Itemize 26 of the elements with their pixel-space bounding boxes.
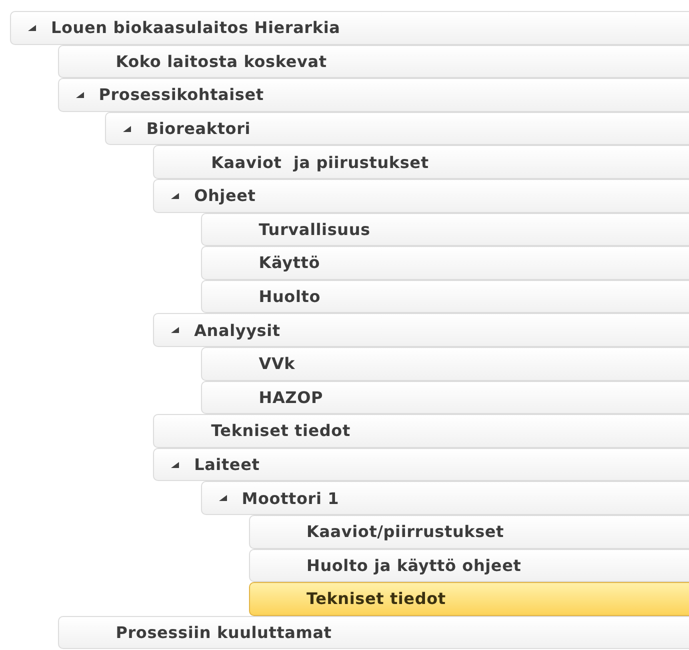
- expanded-triangle-icon[interactable]: [122, 124, 132, 133]
- tree-item[interactable]: Louen biokaasulaitos Hierarkia: [10, 11, 689, 45]
- tree-item[interactable]: Ohjeet: [153, 178, 689, 213]
- tree-item[interactable]: Bioreaktori: [105, 112, 689, 146]
- tree-item[interactable]: Tekniset tiedot: [153, 414, 689, 448]
- tree-item[interactable]: Kaaviot/piirrustukset: [248, 514, 689, 548]
- tree-item[interactable]: Moottori 1: [200, 481, 689, 515]
- tree-item[interactable]: Koko laitosta koskevat: [58, 44, 689, 78]
- expanded-triangle-icon[interactable]: [170, 192, 180, 200]
- tree-item[interactable]: Huolto: [200, 280, 689, 314]
- tree-item[interactable]: VVk: [200, 346, 689, 381]
- expanded-triangle-icon[interactable]: [170, 326, 180, 334]
- tree-item[interactable]: Prosessiin kuuluttamat: [58, 616, 689, 650]
- tree-item[interactable]: Laiteet: [153, 448, 689, 482]
- tree-item[interactable]: Analyysit: [153, 313, 689, 347]
- tree-item[interactable]: Prosessikohtaiset: [58, 78, 689, 112]
- tree-item[interactable]: Tekniset tiedot: [248, 582, 689, 616]
- tree-item[interactable]: Käyttö: [200, 246, 689, 280]
- tree-item[interactable]: Kaaviot ja piirustukset: [153, 145, 689, 179]
- expanded-triangle-icon[interactable]: [218, 494, 228, 502]
- expanded-triangle-icon[interactable]: [170, 460, 180, 469]
- tree-item[interactable]: Huolto ja käyttö ohjeet: [248, 548, 689, 582]
- expanded-triangle-icon[interactable]: [27, 24, 37, 32]
- tree-item[interactable]: Turvallisuus: [200, 212, 689, 246]
- tree-item[interactable]: HAZOP: [200, 380, 689, 414]
- expanded-triangle-icon[interactable]: [74, 90, 85, 99]
